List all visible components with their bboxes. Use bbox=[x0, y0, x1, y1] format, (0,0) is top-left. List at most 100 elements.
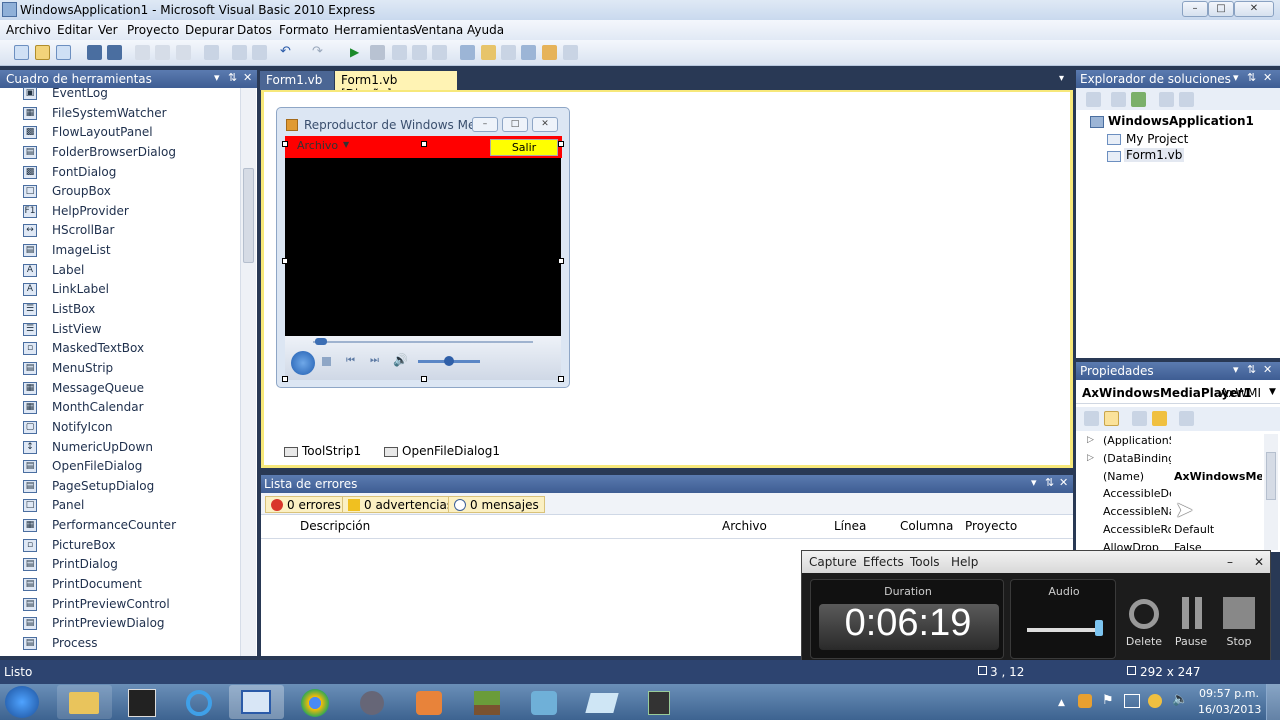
speaker-icon[interactable]: 🔈 bbox=[1172, 692, 1188, 707]
clock-date[interactable]: 16/03/2013 bbox=[1198, 703, 1261, 716]
pause-icon[interactable] bbox=[1182, 597, 1189, 629]
toolbox-item-groupbox[interactable]: □ GroupBox bbox=[0, 182, 240, 202]
dropdown-icon[interactable]: ▾ bbox=[1031, 476, 1037, 489]
properties-window-icon[interactable] bbox=[481, 45, 496, 60]
column-archivo[interactable]: Archivo bbox=[722, 519, 767, 533]
toolbox-item-flowlayoutpanel[interactable]: ▩ FlowLayoutPanel bbox=[0, 123, 240, 143]
counter-strike-task-icon[interactable] bbox=[114, 685, 169, 719]
chrome-task-icon[interactable] bbox=[287, 685, 342, 719]
categorized-icon[interactable] bbox=[1084, 411, 1099, 426]
network-icon[interactable] bbox=[1124, 694, 1140, 708]
play-icon[interactable] bbox=[291, 351, 315, 375]
property-row[interactable]: AccessibleRol Default bbox=[1076, 521, 1263, 539]
delete-button[interactable]: Delete bbox=[1119, 635, 1169, 648]
menu-ayuda[interactable]: Ayuda bbox=[467, 23, 504, 37]
project-node[interactable]: WindowsApplication1 bbox=[1108, 114, 1254, 128]
toolbox-scrollbar[interactable] bbox=[240, 88, 256, 656]
alphabetical-icon[interactable] bbox=[1104, 411, 1119, 426]
toolbox-item-fontdialog[interactable]: ▩ FontDialog bbox=[0, 163, 240, 183]
properties-icon[interactable] bbox=[1086, 92, 1101, 107]
menu-proyecto[interactable]: Proyecto bbox=[127, 23, 179, 37]
property-row[interactable]: ▷ (ApplicationS bbox=[1076, 432, 1263, 450]
pin-icon[interactable]: ⇅ bbox=[1045, 476, 1054, 489]
save-all-icon[interactable] bbox=[107, 45, 122, 60]
toolbox-item-pagesetupdialog[interactable]: ▤ PageSetupDialog bbox=[0, 477, 240, 497]
recorder-task-icon[interactable] bbox=[631, 685, 686, 719]
tray-toolstrip1[interactable]: ToolStrip1 bbox=[284, 444, 361, 458]
save-icon[interactable] bbox=[87, 45, 102, 60]
tray-openfiledialog1[interactable]: OpenFileDialog1 bbox=[384, 444, 500, 458]
seek-thumb[interactable] bbox=[315, 338, 327, 345]
toolbox-item-label[interactable]: A Label bbox=[0, 261, 240, 281]
add-item-icon[interactable] bbox=[56, 45, 71, 60]
error-list-icon[interactable] bbox=[542, 45, 557, 60]
copy-icon[interactable] bbox=[155, 45, 170, 60]
step-into-icon[interactable] bbox=[392, 45, 407, 60]
maximize-button[interactable]: □ bbox=[1208, 1, 1234, 17]
form-minimize-button[interactable]: – bbox=[472, 117, 498, 132]
power-icon[interactable] bbox=[1148, 694, 1162, 708]
users-task-icon[interactable] bbox=[516, 685, 571, 719]
show-all-files-icon[interactable] bbox=[1111, 92, 1126, 107]
notes-task-icon[interactable] bbox=[573, 685, 628, 719]
pin-icon[interactable]: ⇅ bbox=[1247, 71, 1256, 84]
start-debug-icon[interactable]: ▶ bbox=[350, 45, 365, 60]
toolbox-item-printdocument[interactable]: ▤ PrintDocument bbox=[0, 575, 240, 595]
toolbox-icon[interactable] bbox=[501, 45, 516, 60]
selection-handle[interactable] bbox=[558, 376, 564, 382]
delete-icon[interactable] bbox=[1129, 599, 1159, 629]
object-browser-icon[interactable] bbox=[521, 45, 536, 60]
scrollbar-thumb[interactable] bbox=[1266, 452, 1276, 500]
close-button[interactable]: ✕ bbox=[1234, 1, 1274, 17]
expand-icon[interactable]: ▷ bbox=[1087, 435, 1094, 445]
redo-icon[interactable]: ↷ bbox=[312, 45, 327, 60]
expand-icon[interactable]: ▷ bbox=[1087, 453, 1094, 463]
pin-icon[interactable]: ⇅ bbox=[228, 71, 237, 84]
selection-handle[interactable] bbox=[282, 258, 288, 264]
step-over-icon[interactable] bbox=[412, 45, 427, 60]
find-icon[interactable] bbox=[204, 45, 219, 60]
toolbox-item-performancecounter[interactable]: ▦ PerformanceCounter bbox=[0, 516, 240, 536]
tray-expand-icon[interactable]: ▲ bbox=[1058, 698, 1065, 708]
media-player-video[interactable] bbox=[285, 158, 561, 336]
stop-icon[interactable] bbox=[1223, 597, 1255, 629]
my-project-node[interactable]: My Project bbox=[1126, 132, 1188, 146]
toolbox-item-helpprovider[interactable]: F1 HelpProvider bbox=[0, 202, 240, 222]
property-row[interactable]: (Name) AxWindowsMe bbox=[1076, 468, 1263, 486]
refresh-icon[interactable] bbox=[1131, 92, 1146, 107]
toolbox-item-printpreviewcontrol[interactable]: ▤ PrintPreviewControl bbox=[0, 595, 240, 615]
menu-herramientas[interactable]: Herramientas bbox=[334, 23, 416, 37]
minimize-button[interactable]: – bbox=[1182, 1, 1208, 17]
show-desktop-button[interactable] bbox=[1266, 684, 1280, 720]
solution-explorer-icon[interactable] bbox=[460, 45, 475, 60]
close-icon[interactable]: ✕ bbox=[1059, 476, 1068, 489]
toolbox-item-printpreviewdialog[interactable]: ▤ PrintPreviewDialog bbox=[0, 614, 240, 634]
toolbox-item-menustrip[interactable]: ▤ MenuStrip bbox=[0, 359, 240, 379]
pause-button[interactable]: Pause bbox=[1166, 635, 1216, 648]
column-linea[interactable]: Línea bbox=[834, 519, 866, 533]
selection-handle[interactable] bbox=[558, 141, 564, 147]
toolbox-item-listbox[interactable]: ☰ ListBox bbox=[0, 300, 240, 320]
media-task-icon[interactable] bbox=[344, 685, 399, 719]
pause-icon-bar[interactable] bbox=[1195, 597, 1202, 629]
menu-datos[interactable]: Datos bbox=[237, 23, 272, 37]
column-columna[interactable]: Columna bbox=[900, 519, 953, 533]
visual-basic-task-icon[interactable] bbox=[229, 685, 284, 719]
salir-button[interactable]: Salir bbox=[490, 139, 558, 156]
stop-button[interactable]: Stop bbox=[1214, 635, 1264, 648]
volume-icon[interactable]: 🔊 bbox=[393, 353, 408, 367]
scrollbar-thumb[interactable] bbox=[243, 168, 254, 263]
selection-handle[interactable] bbox=[282, 376, 288, 382]
menu-ver[interactable]: Ver bbox=[98, 23, 118, 37]
column-descripcion[interactable]: Descripción bbox=[300, 519, 370, 533]
dropdown-icon[interactable]: ▾ bbox=[214, 71, 220, 84]
cut-icon[interactable] bbox=[135, 45, 150, 60]
toolbox-item-messagequeue[interactable]: ▦ MessageQueue bbox=[0, 379, 240, 399]
toolstrip-archivo[interactable]: Archivo bbox=[297, 139, 338, 152]
pin-icon[interactable]: ⇅ bbox=[1247, 363, 1256, 376]
player-task-icon[interactable] bbox=[401, 685, 456, 719]
toolbox-item-picturebox[interactable]: ▫ PictureBox bbox=[0, 536, 240, 556]
dropdown-icon[interactable]: ▾ bbox=[1233, 363, 1239, 376]
selection-handle[interactable] bbox=[282, 141, 288, 147]
column-proyecto[interactable]: Proyecto bbox=[965, 519, 1017, 533]
